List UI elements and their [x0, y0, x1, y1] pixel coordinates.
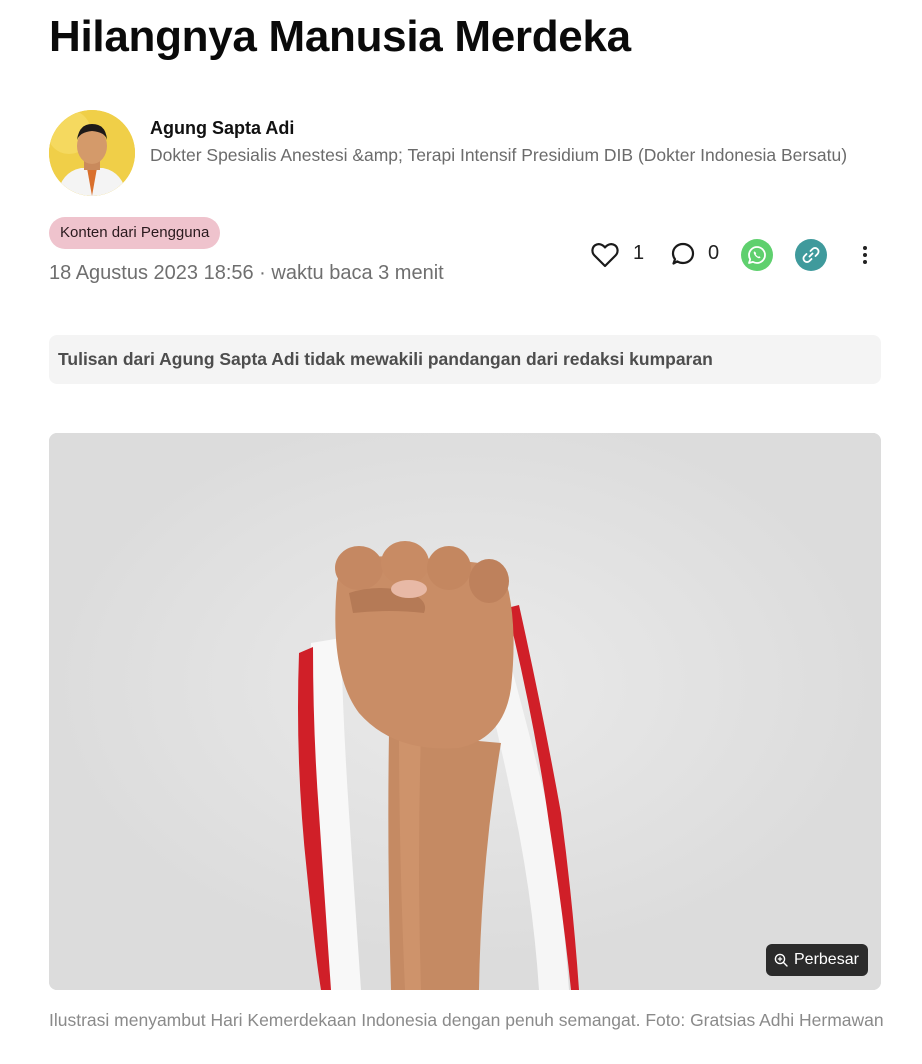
like-count: 1 [633, 242, 645, 264]
article-page: Hilangnya Manusia Merdeka Agung Sapta Ad… [0, 0, 922, 1064]
copy-link-button[interactable] [795, 239, 827, 271]
user-content-badge: Konten dari Pengguna [49, 217, 221, 249]
zoom-in-icon [774, 953, 788, 967]
article-actions: 1 0 [590, 237, 890, 273]
raised-fist-ribbon-illustration [49, 433, 881, 990]
image-caption: Ilustrasi menyambut Hari Kemerdekaan Ind… [49, 1010, 884, 1030]
zoom-button[interactable]: Perbesar [766, 944, 868, 976]
zoom-label: Perbesar [794, 951, 859, 968]
author-block: Agung Sapta Adi Dokter Spesialis Anestes… [49, 110, 869, 200]
author-bio: Dokter Spesialis Anestesi &amp; Terapi I… [150, 145, 848, 165]
heart-icon[interactable] [590, 240, 620, 270]
comment-count: 0 [708, 242, 720, 264]
publish-meta: 18 Agustus 2023 18:56 · waktu baca 3 men… [49, 262, 444, 284]
author-avatar[interactable] [49, 110, 135, 196]
whatsapp-share-button[interactable] [741, 239, 773, 271]
article-hero-image[interactable]: Perbesar [49, 433, 881, 990]
link-icon [802, 247, 820, 263]
more-vertical-icon[interactable] [853, 241, 877, 269]
article-title: Hilangnya Manusia Merdeka [49, 12, 631, 61]
author-name[interactable]: Agung Sapta Adi [150, 118, 294, 139]
comment-icon[interactable] [667, 240, 697, 270]
editorial-disclaimer: Tulisan dari Agung Sapta Adi tidak mewak… [49, 335, 881, 384]
whatsapp-icon [748, 246, 766, 264]
